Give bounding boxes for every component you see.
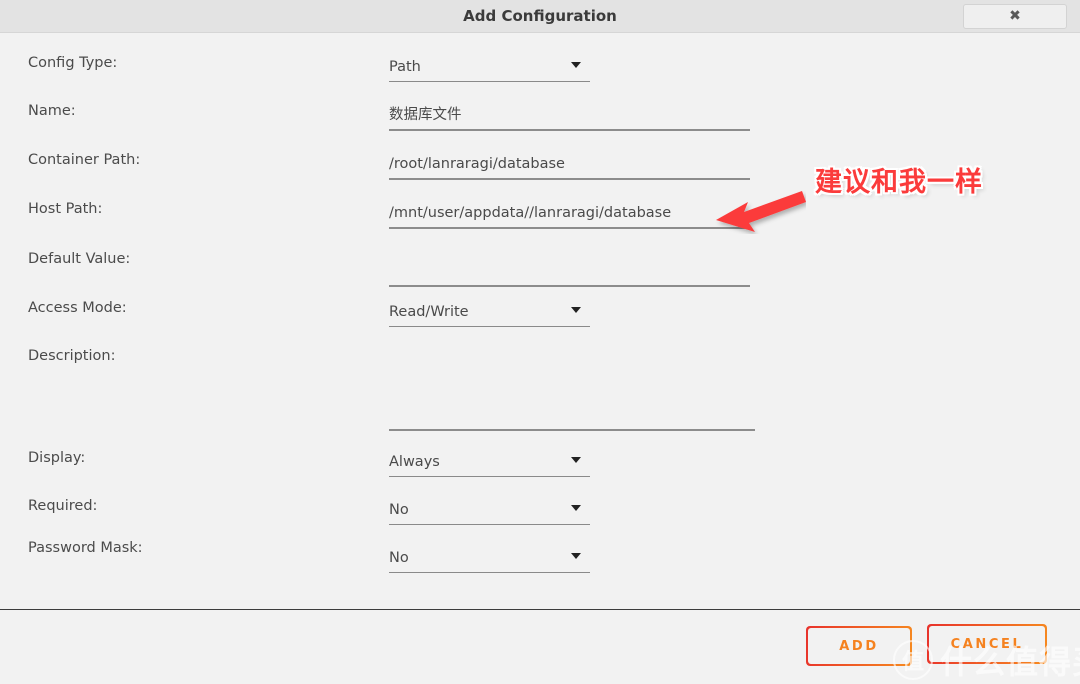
field-value-display: Always: [389, 454, 440, 470]
field-access-mode[interactable]: Read/Write: [389, 302, 590, 327]
window-titlebar: Add Configuration ✖: [0, 0, 1080, 33]
field-display[interactable]: Always: [389, 452, 590, 477]
chevron-down-icon[interactable]: [571, 457, 581, 463]
field-underline-display: [389, 476, 590, 477]
field-underline-name: [389, 129, 750, 131]
field-underline-default-value: [389, 285, 750, 287]
field-label-required: Required:: [28, 498, 98, 514]
field-underline-description: [389, 429, 755, 431]
field-value-config-type: Path: [389, 59, 421, 75]
field-host-path[interactable]: /mnt/user/appdata//lanraragi/database: [389, 203, 750, 229]
footer-divider: [0, 609, 1080, 610]
field-password-mask[interactable]: No: [389, 548, 590, 573]
field-underline-password-mask: [389, 572, 590, 573]
field-name[interactable]: 数据库文件: [389, 105, 750, 131]
field-underline-container-path: [389, 178, 750, 180]
chevron-down-icon[interactable]: [571, 307, 581, 313]
field-value-required: No: [389, 502, 409, 518]
field-label-host-path: Host Path:: [28, 201, 103, 217]
field-label-display: Display:: [28, 450, 86, 466]
field-underline-access-mode: [389, 326, 590, 327]
field-default-value[interactable]: [389, 261, 750, 287]
add-button[interactable]: ADD: [806, 626, 912, 666]
field-value-host-path: /mnt/user/appdata//lanraragi/database: [389, 205, 672, 221]
field-underline-host-path: [389, 227, 750, 229]
field-value-container-path: /root/lanraragi/database: [389, 156, 565, 172]
field-label-password-mask: Password Mask:: [28, 540, 143, 556]
window-title: Add Configuration: [463, 7, 617, 25]
field-description[interactable]: [389, 405, 755, 431]
chevron-down-icon[interactable]: [571, 505, 581, 511]
field-value-access-mode: Read/Write: [389, 304, 469, 320]
field-label-description: Description:: [28, 348, 116, 364]
field-value-name: 数据库文件: [389, 107, 462, 123]
configuration-form: Config Type: Path Name: 数据库文件 Container Path…: [0, 33, 1080, 609]
field-container-path[interactable]: /root/lanraragi/database: [389, 154, 750, 180]
field-label-container-path: Container Path:: [28, 152, 141, 168]
chevron-down-icon[interactable]: [571, 553, 581, 559]
field-underline-required: [389, 524, 590, 525]
close-icon[interactable]: ✖: [963, 4, 1067, 29]
field-label-name: Name:: [28, 103, 76, 119]
field-required[interactable]: No: [389, 500, 590, 525]
field-underline-config-type: [389, 81, 590, 82]
add-button-label: ADD: [808, 628, 910, 664]
cancel-button-label: CANCEL: [929, 626, 1045, 662]
field-config-type[interactable]: Path: [389, 57, 590, 82]
cancel-button[interactable]: CANCEL: [927, 624, 1047, 664]
field-label-default-value: Default Value:: [28, 251, 131, 267]
field-label-config-type: Config Type:: [28, 55, 118, 71]
chevron-down-icon[interactable]: [571, 62, 581, 68]
field-value-password-mask: No: [389, 550, 409, 566]
field-label-access-mode: Access Mode:: [28, 300, 127, 316]
